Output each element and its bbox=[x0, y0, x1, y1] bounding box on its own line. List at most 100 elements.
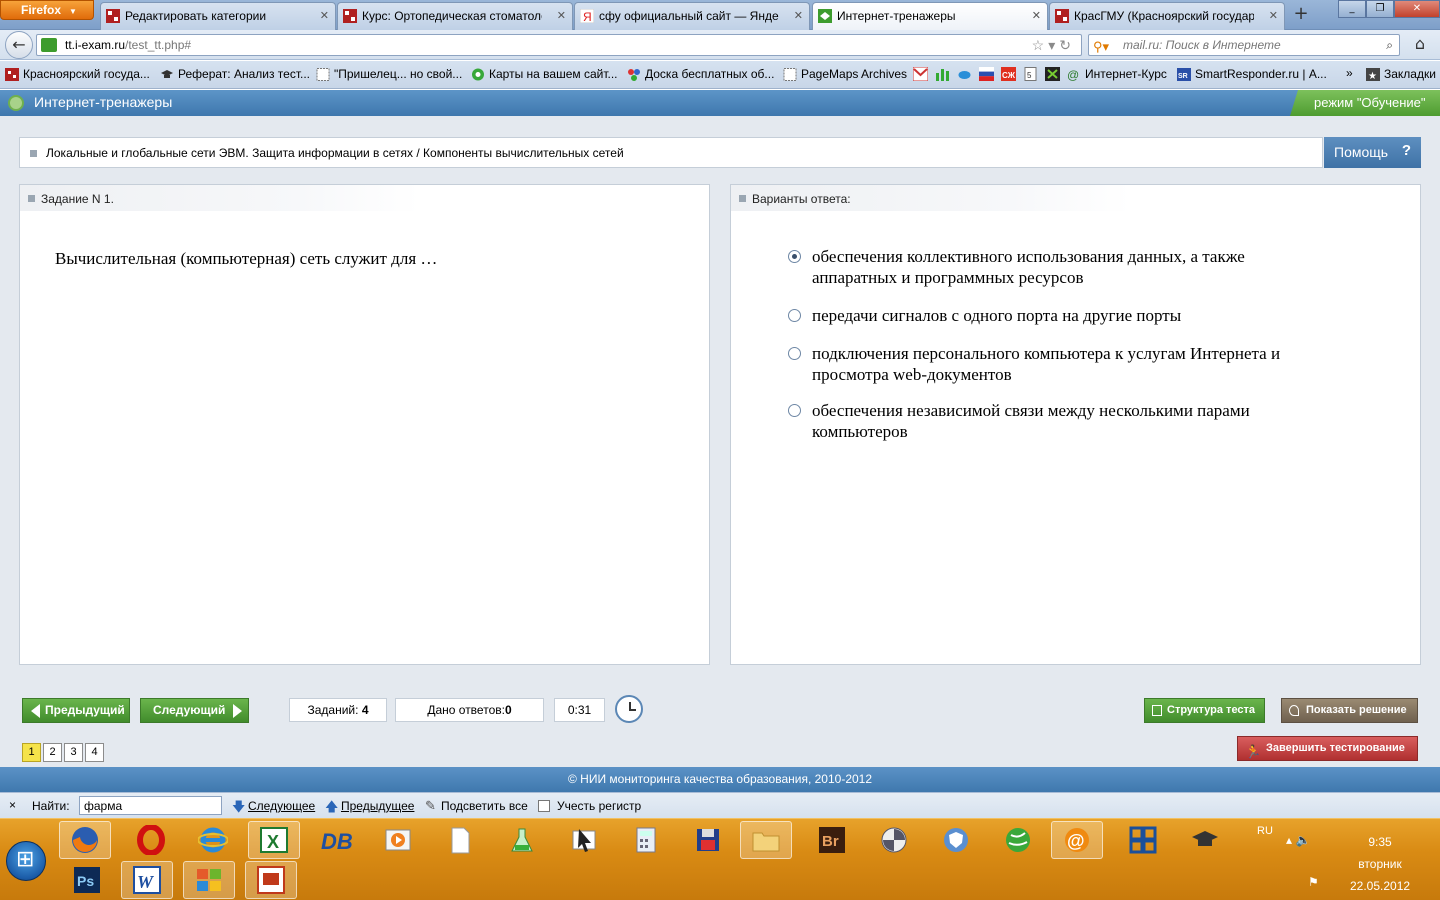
bars-icon[interactable] bbox=[935, 67, 950, 81]
site-identity-icon[interactable] bbox=[41, 38, 57, 52]
search-engine-icon[interactable]: ⚲▾ bbox=[1093, 37, 1109, 57]
radio-button[interactable] bbox=[788, 404, 801, 417]
highlight-all-button[interactable]: ✎ Подсветить все bbox=[425, 798, 528, 813]
star-icon[interactable]: ☆ bbox=[1032, 37, 1049, 53]
graduation-cap-icon bbox=[1192, 831, 1218, 846]
doc-icon[interactable]: 5 bbox=[1023, 67, 1038, 81]
bookmark-krasnoyarsk[interactable]: Красноярский госуда... bbox=[5, 67, 150, 81]
match-case-checkbox[interactable] bbox=[538, 800, 550, 812]
url-bar[interactable]: tt.i-exam.ru/test_tt.php# ☆▾↻ bbox=[36, 34, 1082, 56]
bookmark-maps[interactable]: Карты на вашем сайт... bbox=[471, 67, 618, 81]
bookmark-prishelets[interactable]: "Пришелец... но свой... bbox=[316, 67, 462, 81]
browser-tabstrip: Firefox ▼ Редактировать категории ✕ Курс:… bbox=[0, 0, 1440, 30]
x-icon[interactable] bbox=[1045, 67, 1060, 81]
svg-text:Я: Я bbox=[583, 10, 592, 23]
maximize-button[interactable]: ❐ bbox=[1366, 0, 1394, 18]
close-icon[interactable]: ✕ bbox=[557, 9, 566, 22]
grid-taskbar-icon[interactable] bbox=[1117, 821, 1169, 859]
home-button[interactable]: ⌂ bbox=[1406, 34, 1434, 56]
close-icon[interactable]: ✕ bbox=[1032, 9, 1041, 22]
minimize-button[interactable]: _ bbox=[1338, 0, 1366, 18]
test-structure-button[interactable]: Структура теста bbox=[1144, 698, 1265, 723]
bookmark-internet-course[interactable]: @ Интернет-Курс bbox=[1067, 67, 1167, 81]
powerpoint-taskbar-icon[interactable] bbox=[245, 861, 297, 899]
answer-option[interactable]: обеспечения коллективного использования … bbox=[788, 246, 1308, 288]
close-icon[interactable]: ✕ bbox=[1269, 9, 1278, 22]
finish-test-button[interactable]: 🏃 Завершить тестирование bbox=[1237, 736, 1418, 761]
russia-flag-icon[interactable] bbox=[979, 67, 994, 81]
excel-taskbar-icon[interactable]: X bbox=[248, 821, 300, 859]
language-indicator[interactable]: RU bbox=[1257, 825, 1273, 837]
sj-icon[interactable]: СЖ bbox=[1001, 67, 1016, 81]
find-prev-button[interactable]: 🡅 Предыдущее bbox=[325, 799, 414, 814]
radio-button[interactable] bbox=[788, 250, 801, 263]
pinwheel-taskbar-icon[interactable] bbox=[868, 821, 920, 859]
floppy-taskbar-icon[interactable] bbox=[682, 821, 734, 859]
page-button-3[interactable]: 3 bbox=[64, 743, 83, 762]
radio-button[interactable] bbox=[788, 309, 801, 322]
mail-agent-taskbar-icon[interactable]: @ bbox=[1051, 821, 1103, 859]
page-button-4[interactable]: 4 bbox=[85, 743, 104, 762]
start-button[interactable] bbox=[6, 841, 46, 881]
windows-explorer-taskbar-icon[interactable] bbox=[183, 861, 235, 899]
speaker-icon[interactable]: 🔈 bbox=[1296, 833, 1311, 847]
bookmark-smartresponder[interactable]: SR SmartResponder.ru | А... bbox=[1177, 67, 1327, 81]
tab-internet-trainers[interactable]: Интернет-тренажеры ✕ bbox=[812, 2, 1048, 30]
new-tab-button[interactable]: + bbox=[1288, 3, 1314, 27]
chevron-down-icon[interactable]: ▾ bbox=[1048, 37, 1059, 53]
answer-option[interactable]: подключения персонального компьютера к у… bbox=[788, 343, 1308, 385]
calculator-taskbar-icon[interactable] bbox=[620, 821, 672, 859]
close-icon[interactable]: ✕ bbox=[320, 9, 329, 22]
chevron-up-icon[interactable]: ▴ bbox=[1286, 833, 1292, 847]
tab-edit-categories[interactable]: Редактировать категории ✕ bbox=[100, 2, 336, 30]
answer-option[interactable]: обеспечения независимой связи между неск… bbox=[788, 400, 1308, 442]
previous-button[interactable]: Предыдущий bbox=[22, 698, 130, 723]
find-input[interactable] bbox=[79, 796, 222, 815]
shield-taskbar-icon[interactable] bbox=[930, 821, 982, 859]
clock-area[interactable]: 9:35 вторник 22.05.2012 bbox=[1350, 831, 1410, 897]
tab-course[interactable]: Курс: Ортопедическая стоматоло... ✕ bbox=[337, 2, 573, 30]
gradcap-taskbar-icon[interactable] bbox=[1179, 821, 1231, 859]
globe-taskbar-icon[interactable] bbox=[992, 821, 1044, 859]
reload-icon[interactable]: ↻ bbox=[1059, 37, 1075, 53]
search-icon[interactable]: ⌕ bbox=[1386, 35, 1393, 55]
db-taskbar-icon[interactable]: DB bbox=[311, 821, 363, 859]
app-header: Интернет-тренажеры режим "Обучение" bbox=[0, 90, 1440, 116]
radio-button[interactable] bbox=[788, 347, 801, 360]
bookmarks-menu[interactable]: » ★ Закладки bbox=[1346, 66, 1436, 81]
help-button[interactable]: Помощь ? bbox=[1324, 137, 1421, 168]
opera-taskbar-icon[interactable] bbox=[125, 821, 177, 859]
find-next-button[interactable]: 🡇 Следующее bbox=[232, 799, 315, 814]
close-icon[interactable]: ✕ bbox=[794, 9, 803, 22]
tab-krasgmu[interactable]: КрасГМУ (Красноярский государ... ✕ bbox=[1049, 2, 1285, 30]
next-button[interactable]: Следующий bbox=[140, 698, 249, 723]
show-solution-button[interactable]: Показать решение bbox=[1281, 698, 1418, 723]
bookmark-referat[interactable]: Реферат: Анализ тест... bbox=[160, 67, 310, 81]
cursor-taskbar-icon[interactable] bbox=[558, 821, 610, 859]
explorer-folder-taskbar-icon[interactable] bbox=[740, 821, 792, 859]
search-input[interactable]: ⚲▾ mail.ru: Поиск в Интернете ⌕ bbox=[1088, 34, 1400, 56]
player-taskbar-icon[interactable] bbox=[372, 821, 424, 859]
close-icon[interactable]: × bbox=[9, 798, 16, 812]
gmail-icon[interactable] bbox=[913, 67, 928, 81]
twitter-icon[interactable] bbox=[957, 67, 972, 81]
firefox-menu-button[interactable]: Firefox ▼ bbox=[0, 0, 94, 20]
tab-yandex[interactable]: Я сфу официальный сайт — Яндек... ✕ bbox=[574, 2, 810, 30]
bookmarks-toolbar: Красноярский госуда... Реферат: Анализ т… bbox=[0, 61, 1440, 89]
navigation-bar: ← tt.i-exam.ru/test_tt.php# ☆▾↻ ⚲▾ mail.… bbox=[0, 30, 1440, 60]
file-taskbar-icon[interactable] bbox=[434, 821, 486, 859]
back-button[interactable]: ← bbox=[5, 31, 33, 59]
answer-option[interactable]: передачи сигналов с одного порта на друг… bbox=[788, 305, 1308, 326]
page-button-2[interactable]: 2 bbox=[43, 743, 62, 762]
action-center-flag-icon[interactable]: ⚑ bbox=[1308, 875, 1319, 889]
window-close-button[interactable]: ✕ bbox=[1394, 0, 1440, 18]
page-button-1[interactable]: 1 bbox=[22, 743, 41, 762]
bookmark-board[interactable]: Доска бесплатных об... bbox=[627, 67, 774, 81]
photoshop-taskbar-icon[interactable]: Ps bbox=[62, 861, 112, 899]
flask-taskbar-icon[interactable] bbox=[496, 821, 548, 859]
bridge-taskbar-icon[interactable]: Br bbox=[806, 821, 858, 859]
firefox-taskbar-icon[interactable] bbox=[59, 821, 111, 859]
ie-taskbar-icon[interactable] bbox=[187, 821, 239, 859]
bookmark-pagemaps[interactable]: PageMaps Archives bbox=[783, 67, 907, 81]
word-taskbar-icon[interactable]: W bbox=[121, 861, 173, 899]
